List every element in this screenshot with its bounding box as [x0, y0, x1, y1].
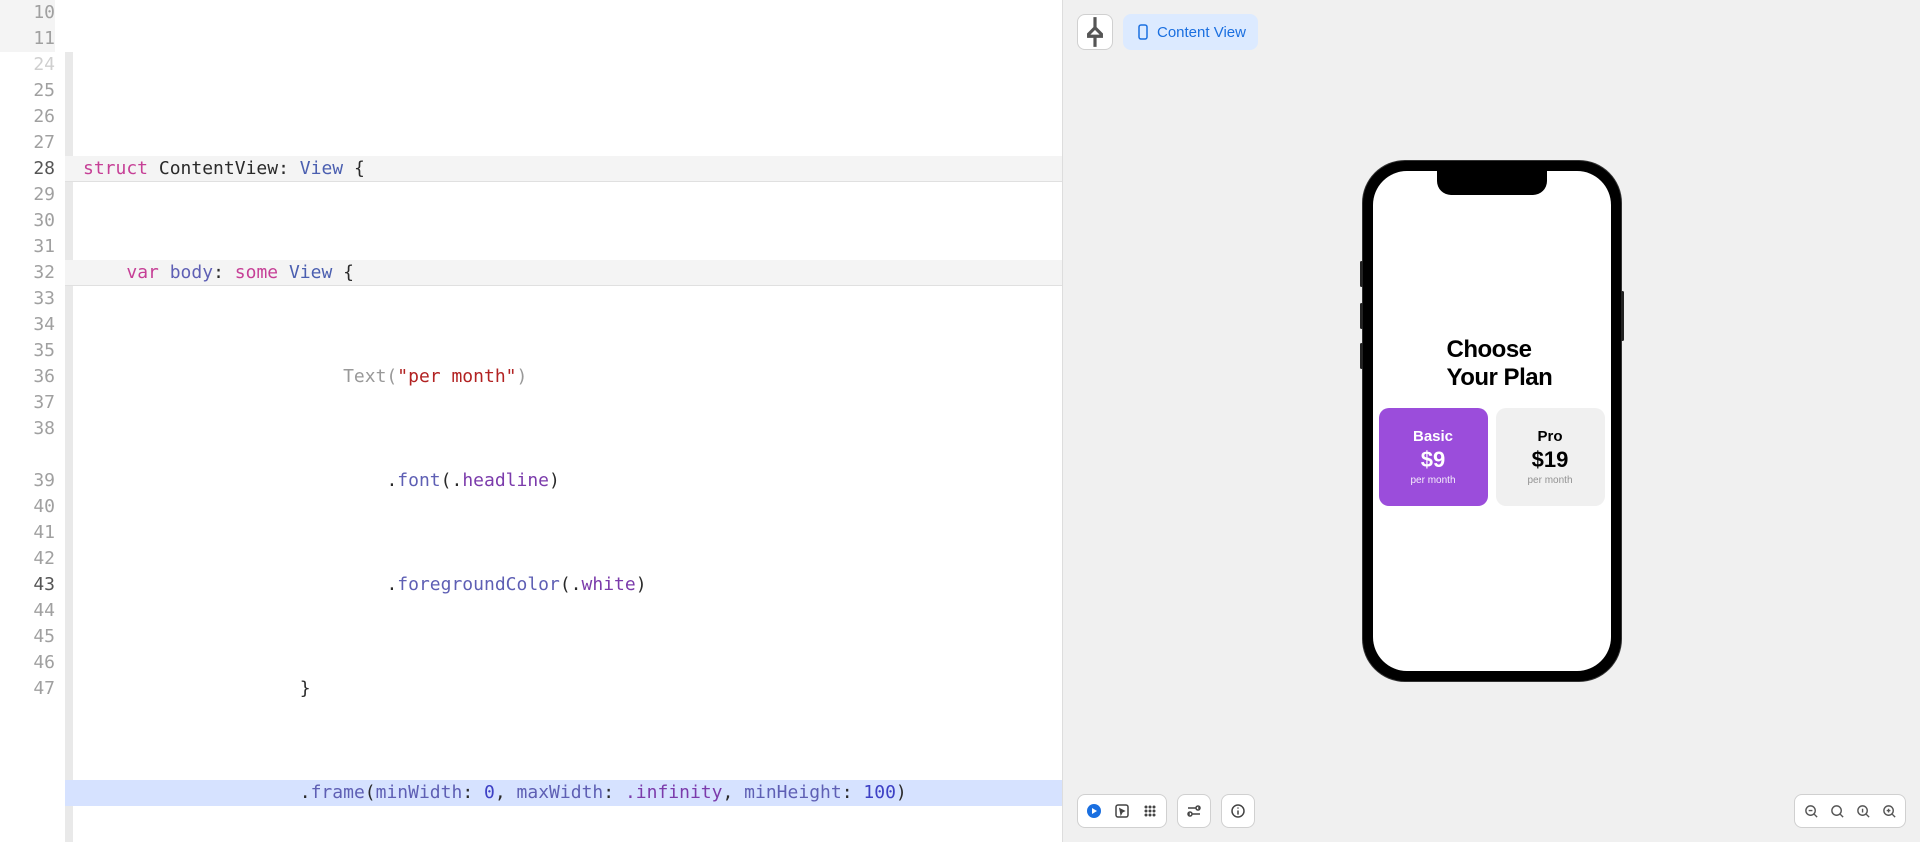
line-number: 43 [0, 572, 55, 598]
plan-content: Choose Your Plan Basic $9 per month Pro … [1373, 336, 1611, 505]
card-period: per month [1502, 475, 1599, 486]
play-icon [1086, 803, 1102, 819]
line-number: 38 [0, 416, 55, 442]
zoom-fit-button[interactable] [1825, 799, 1849, 823]
line-number: 25 [0, 78, 55, 104]
line-number: 40 [0, 494, 55, 520]
preferences-group [1221, 794, 1255, 828]
preview-mode-group [1077, 794, 1167, 828]
device-icon [1135, 24, 1151, 40]
content-view-badge[interactable]: Content View [1123, 14, 1258, 50]
code-line[interactable]: struct ContentView: View { [65, 156, 1062, 182]
zoom-out-button[interactable] [1799, 799, 1823, 823]
code-line[interactable]: } [65, 676, 1062, 702]
line-number: 28 [0, 156, 55, 182]
code-area[interactable]: 10 11 24 25 26 27 28 29 30 31 32 33 34 3… [0, 0, 1062, 842]
code-line[interactable]: .foregroundColor(.white) [65, 572, 1062, 598]
card-price: $9 [1385, 447, 1482, 473]
preview-preferences-button[interactable] [1226, 799, 1250, 823]
line-number: 45 [0, 624, 55, 650]
code-line[interactable]: .font(.headline) [65, 468, 1062, 494]
code-editor[interactable]: 10 11 24 25 26 27 28 29 30 31 32 33 34 3… [0, 0, 1063, 842]
iphone-frame: Choose Your Plan Basic $9 per month Pro … [1363, 161, 1621, 681]
plan-card-basic[interactable]: Basic $9 per month [1379, 408, 1488, 506]
line-number-gutter: 10 11 24 25 26 27 28 29 30 31 32 33 34 3… [0, 0, 65, 842]
badge-label: Content View [1157, 24, 1246, 41]
plan-cards: Basic $9 per month Pro $19 per month [1377, 408, 1607, 506]
line-number: 10 [0, 0, 55, 26]
line-number: 46 [0, 650, 55, 676]
code-line-highlighted[interactable]: .frame(minWidth: 0, maxWidth: .infinity,… [65, 780, 1062, 806]
line-number: 27 [0, 130, 55, 156]
preview-toolbar: Content View [1077, 14, 1258, 50]
line-number: 39 [0, 468, 55, 494]
line-number: 30 [0, 208, 55, 234]
line-number: 36 [0, 364, 55, 390]
sliders-icon [1186, 803, 1202, 819]
preview-canvas[interactable]: Content View Choose Your Plan Basic $9 p… [1063, 0, 1920, 842]
zoom-100-icon [1856, 804, 1871, 819]
plan-title: Choose Your Plan [1377, 336, 1607, 391]
line-number [0, 442, 55, 468]
grid-icon [1142, 803, 1158, 819]
line-number: 26 [0, 104, 55, 130]
card-price: $19 [1502, 447, 1599, 473]
line-number: 35 [0, 338, 55, 364]
plan-card-pro[interactable]: Pro $19 per month [1496, 408, 1605, 506]
live-preview-button[interactable] [1082, 799, 1106, 823]
line-number: 47 [0, 676, 55, 702]
line-number: 42 [0, 546, 55, 572]
code-line[interactable]: var body: some View { [65, 260, 1062, 286]
line-number: 11 [0, 26, 55, 52]
line-number: 31 [0, 234, 55, 260]
line-number: 34 [0, 312, 55, 338]
device-settings-group [1177, 794, 1211, 828]
line-number: 37 [0, 390, 55, 416]
line-number: 41 [0, 520, 55, 546]
preview-controls-left [1077, 794, 1255, 828]
cursor-box-icon [1114, 803, 1130, 819]
device-settings-button[interactable] [1182, 799, 1206, 823]
line-number: 32 [0, 260, 55, 286]
zoom-in-icon [1882, 804, 1897, 819]
phone-container: Choose Your Plan Basic $9 per month Pro … [1063, 0, 1920, 842]
notch [1437, 171, 1547, 195]
zoom-out-icon [1804, 804, 1819, 819]
line-number: 33 [0, 286, 55, 312]
variants-button[interactable] [1138, 799, 1162, 823]
circle-i-icon [1230, 803, 1246, 819]
line-number: 24 [0, 52, 55, 78]
selectable-preview-button[interactable] [1110, 799, 1134, 823]
zoom-controls [1794, 794, 1906, 828]
card-period: per month [1385, 475, 1482, 486]
zoom-actual-button[interactable] [1851, 799, 1875, 823]
pin-button[interactable] [1077, 14, 1113, 50]
card-name: Basic [1385, 428, 1482, 445]
line-number: 29 [0, 182, 55, 208]
zoom-in-button[interactable] [1877, 799, 1901, 823]
code-content[interactable]: struct ContentView: View { var body: som… [65, 0, 1062, 842]
line-number: 44 [0, 598, 55, 624]
pin-icon [1078, 15, 1112, 49]
zoom-fit-icon [1830, 804, 1845, 819]
iphone-screen[interactable]: Choose Your Plan Basic $9 per month Pro … [1373, 171, 1611, 671]
code-line[interactable]: Text("per month") [65, 364, 1062, 390]
card-name: Pro [1502, 428, 1599, 445]
